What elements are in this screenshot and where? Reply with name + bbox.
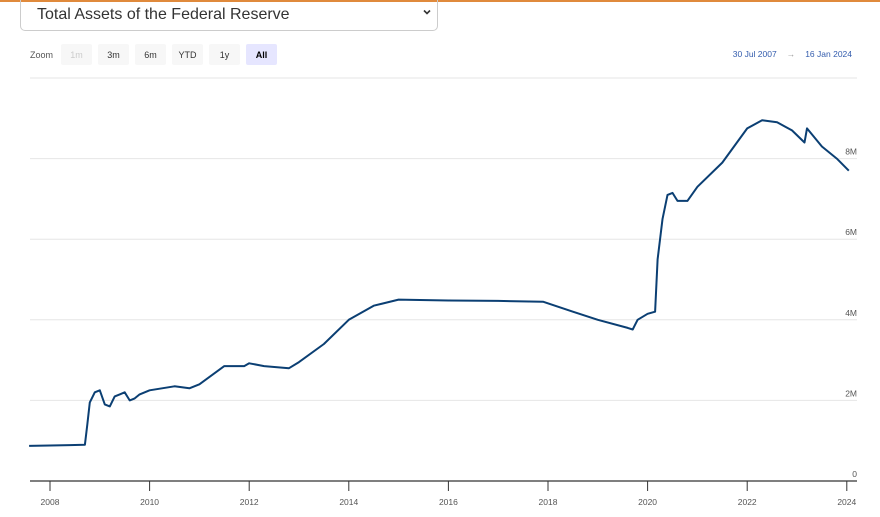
x-tick-label: 2010 [140,497,159,507]
x-tick-label: 2024 [837,497,856,507]
x-tick-label: 2022 [738,497,757,507]
x-tick-label: 2014 [339,497,358,507]
y-tick-label: 6M [845,227,857,237]
x-tick-label: 2020 [638,497,657,507]
line-chart: 0 2M 4M 6M 8M 2008 2010 2012 2014 2016 2018 2020 202… [29,77,857,507]
x-tick-label: 2018 [539,497,558,507]
series-line [29,119,850,447]
y-tick-label: 0 [852,469,857,479]
x-tick-label: 2016 [439,497,458,507]
x-tick-label: 2012 [240,497,259,507]
y-tick-label: 2M [845,388,857,398]
y-tick-label: 4M [845,308,857,318]
y-tick-label: 8M [845,147,857,157]
x-tick-label: 2008 [41,497,60,507]
